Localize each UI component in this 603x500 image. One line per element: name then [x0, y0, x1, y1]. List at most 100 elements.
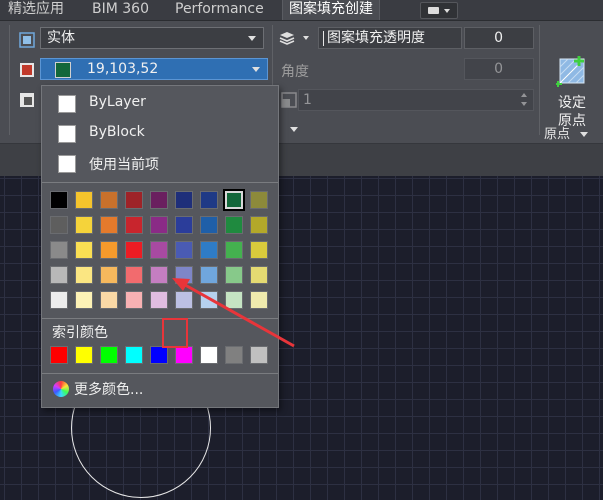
- option-label: ByBlock: [89, 124, 145, 140]
- color-swatch[interactable]: [175, 266, 193, 284]
- color-swatch[interactable]: [250, 266, 268, 284]
- popup-divider: [42, 373, 278, 374]
- color-swatch[interactable]: [250, 241, 268, 259]
- more-colors-button[interactable]: 更多颜色...: [52, 378, 262, 400]
- color-swatch[interactable]: [50, 241, 68, 259]
- tab-bim360[interactable]: BIM 360: [92, 0, 149, 20]
- color-swatch[interactable]: [150, 191, 168, 209]
- color-swatch[interactable]: [75, 241, 93, 259]
- color-option-byblock[interactable]: ByBlock: [42, 119, 278, 147]
- index-color-swatch[interactable]: [100, 346, 118, 364]
- angle-input[interactable]: 0: [464, 58, 534, 80]
- color-swatch[interactable]: [200, 266, 218, 284]
- spinner-up-icon: [521, 93, 527, 97]
- color-swatch[interactable]: [175, 291, 193, 309]
- color-swatch[interactable]: [150, 291, 168, 309]
- index-color-swatch[interactable]: [50, 346, 68, 364]
- expand-arrow-icon[interactable]: [580, 132, 589, 137]
- color-swatch[interactable]: [200, 216, 218, 234]
- hatch-color-icon[interactable]: [18, 61, 36, 79]
- option-label: 使用当前项: [89, 157, 159, 173]
- color-swatch[interactable]: [50, 291, 68, 309]
- set-origin-icon: [556, 56, 585, 87]
- color-swatch[interactable]: [250, 291, 268, 309]
- tab-performance[interactable]: Performance: [175, 0, 264, 20]
- index-color-swatch[interactable]: [125, 346, 143, 364]
- color-swatch[interactable]: [200, 191, 218, 209]
- color-swatch[interactable]: [225, 241, 243, 259]
- expand-arrow-icon[interactable]: [290, 127, 298, 132]
- background-color-icon[interactable]: [18, 91, 36, 109]
- color-swatch[interactable]: [100, 191, 118, 209]
- hatch-boundary-icon[interactable]: [18, 31, 36, 49]
- chevron-down-icon: [252, 67, 260, 72]
- color-swatch[interactable]: [125, 291, 143, 309]
- set-origin-button[interactable]: 设定 原点: [540, 47, 598, 135]
- chevron-down-icon: [248, 36, 256, 41]
- color-swatch[interactable]: [200, 291, 218, 309]
- hatch-color-dropdown[interactable]: 19,103,52: [40, 58, 268, 80]
- index-color-swatch[interactable]: [250, 346, 268, 364]
- chevron-down-icon[interactable]: [303, 36, 309, 40]
- color-swatch[interactable]: [50, 266, 68, 284]
- color-swatch[interactable]: [125, 241, 143, 259]
- index-color-swatch[interactable]: [150, 346, 168, 364]
- color-swatch[interactable]: [100, 266, 118, 284]
- color-option-use-current[interactable]: 使用当前项: [42, 149, 278, 177]
- color-swatch[interactable]: [50, 216, 68, 234]
- color-swatch[interactable]: [225, 216, 243, 234]
- color-swatch[interactable]: [175, 191, 193, 209]
- color-swatch[interactable]: [100, 291, 118, 309]
- angle-value: 0: [494, 61, 503, 77]
- hatch-color-swatch: [55, 62, 71, 78]
- color-swatch[interactable]: [175, 241, 193, 259]
- color-swatch[interactable]: [150, 216, 168, 234]
- index-colors-title: 索引颜色: [52, 325, 108, 341]
- color-swatch[interactable]: [75, 291, 93, 309]
- color-swatch[interactable]: [125, 191, 143, 209]
- color-swatch[interactable]: [250, 191, 268, 209]
- index-color-swatch[interactable]: [200, 346, 218, 364]
- color-swatch[interactable]: [225, 291, 243, 309]
- color-option-bylayer[interactable]: ByLayer: [42, 89, 278, 117]
- color-swatch-byblock: [58, 125, 76, 143]
- color-swatch[interactable]: [125, 266, 143, 284]
- origin-panel-title: 原点: [544, 123, 589, 142]
- index-color-swatch[interactable]: [225, 346, 243, 364]
- color-swatch[interactable]: [150, 241, 168, 259]
- index-color-swatch[interactable]: [175, 346, 193, 364]
- tab-hatch-creation[interactable]: 图案填充创建: [282, 0, 380, 20]
- transparency-value-input[interactable]: 0: [464, 27, 534, 49]
- text-cursor: [323, 31, 324, 46]
- option-label: ByLayer: [89, 94, 146, 110]
- color-swatch[interactable]: [125, 216, 143, 234]
- color-swatch[interactable]: [175, 216, 193, 234]
- color-swatch[interactable]: [50, 191, 68, 209]
- color-swatch-bylayer: [58, 95, 76, 113]
- tab-featured-apps[interactable]: 精选应用: [8, 0, 64, 20]
- ribbon-separator: [9, 25, 10, 135]
- hatch-type-value: 实体: [47, 30, 75, 46]
- hatch-type-dropdown[interactable]: 实体: [40, 27, 264, 49]
- color-swatch[interactable]: [250, 216, 268, 234]
- transparency-label-field: 图案填充透明度: [318, 27, 462, 49]
- color-swatch[interactable]: [75, 191, 93, 209]
- transparency-value: 0: [494, 30, 503, 46]
- workspace-dropdown[interactable]: [420, 2, 458, 19]
- color-swatch[interactable]: [100, 241, 118, 259]
- color-swatch[interactable]: [225, 266, 243, 284]
- scale-spinner[interactable]: 1: [298, 89, 534, 111]
- layers-icon[interactable]: [278, 29, 296, 47]
- scale-icon: [281, 92, 297, 108]
- set-origin-label-1: 设定: [558, 95, 586, 111]
- color-swatch[interactable]: [200, 241, 218, 259]
- color-swatch[interactable]: [223, 189, 245, 211]
- camera-icon: [428, 7, 439, 14]
- color-swatch[interactable]: [75, 266, 93, 284]
- index-color-swatch[interactable]: [75, 346, 93, 364]
- color-swatch[interactable]: [150, 266, 168, 284]
- popup-divider: [42, 318, 278, 319]
- color-dropdown-list: ByLayer ByBlock 使用当前项 索引颜色 更多颜色...: [41, 85, 279, 408]
- color-swatch[interactable]: [100, 216, 118, 234]
- color-swatch[interactable]: [75, 216, 93, 234]
